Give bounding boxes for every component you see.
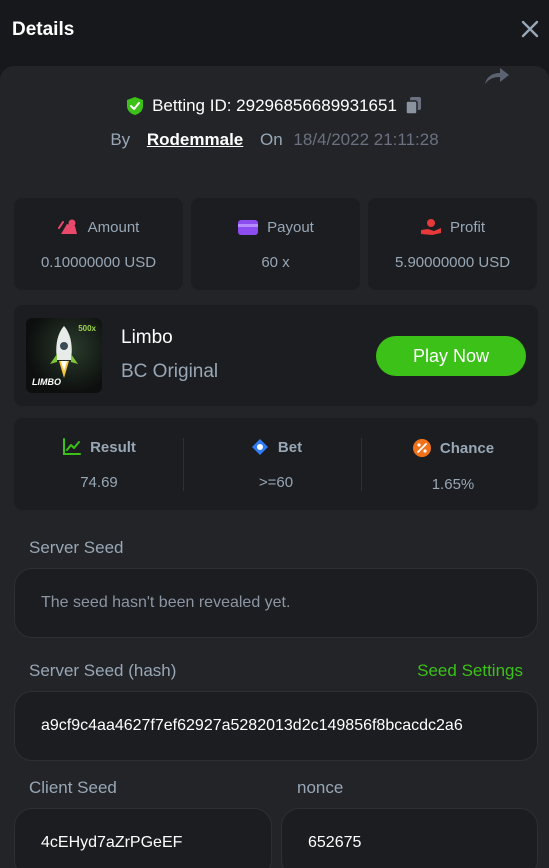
thumb-label: LIMBO [32,377,61,387]
server-seed-field[interactable]: The seed hasn't been revealed yet. [14,568,538,638]
betting-id: Betting ID: 29296856689931651 [152,96,397,115]
server-seed-hash-label: Server Seed (hash) [29,661,177,680]
client-seed-label: Client Seed [29,778,117,797]
bet-label: Bet [277,438,303,456]
username-link[interactable]: Rodemmale [147,130,243,149]
amount-card: Amount 0.10000000 USD [14,198,183,290]
divider [183,438,184,491]
amount-label: Amount [87,218,140,236]
shield-check-icon [127,97,144,115]
divider [361,438,362,491]
details-panel: Betting ID: 29296856689931651 By Rodemma… [0,66,549,868]
copy-icon[interactable] [405,96,423,116]
payout-value: 60 x [261,254,290,271]
bet-value: >=60 [258,474,294,491]
on-label: On [260,130,283,149]
profit-card: Profit 5.90000000 USD [368,198,537,290]
amount-value: 0.10000000 USD [40,254,157,271]
profit-label: Profit [449,218,485,236]
by-label: By [110,130,131,149]
game-card: 500x LIMBO Limbo BC Original Play Now [14,305,538,406]
profit-value: 5.90000000 USD [394,254,511,271]
bet-icon [251,439,268,455]
payout-card: Payout 60 x [191,198,360,290]
bet-date: 18/4/2022 21:11:28 [293,130,439,149]
game-name: Limbo [121,327,173,348]
nonce-label: nonce [297,778,344,797]
payout-label: Payout [267,218,314,236]
share-icon[interactable] [483,66,511,86]
client-seed-field[interactable]: 4cEHyd7aZrPGeEF [14,808,272,868]
amount-icon [57,219,77,234]
seed-settings-link[interactable]: Seed Settings [417,661,523,681]
close-icon[interactable] [519,18,541,40]
profit-icon [420,219,441,235]
result-column: Result 74.69 [14,418,184,510]
percent-icon [412,439,431,457]
play-now-button[interactable]: Play Now [376,336,526,376]
server-seed-hash-field[interactable]: a9cf9c4aa4627f7ef62927a5282013d2c149856f… [14,691,538,761]
result-card: Result 74.69 Bet >=60 Chance 1.65% [14,418,538,510]
nonce-field[interactable]: 652675 [281,808,538,868]
wallet-icon [238,220,259,235]
result-value: 74.69 [80,474,118,491]
server-seed-label: Server Seed [29,538,124,557]
chance-value: 1.65% [431,476,475,493]
result-icon [63,438,82,455]
bettor-line: By Rodemmale On 18/4/2022 21:11:28 [0,130,549,150]
chance-label: Chance [439,439,495,457]
chance-column: Chance 1.65% [368,418,538,510]
details-header: Details [0,0,549,62]
details-title: Details [12,19,75,40]
bet-column: Bet >=60 [191,418,361,510]
game-thumbnail[interactable]: 500x LIMBO [26,318,102,393]
betting-id-row: Betting ID: 29296856689931651 [0,96,549,121]
game-provider: BC Original [121,361,219,382]
result-label: Result [90,438,136,456]
